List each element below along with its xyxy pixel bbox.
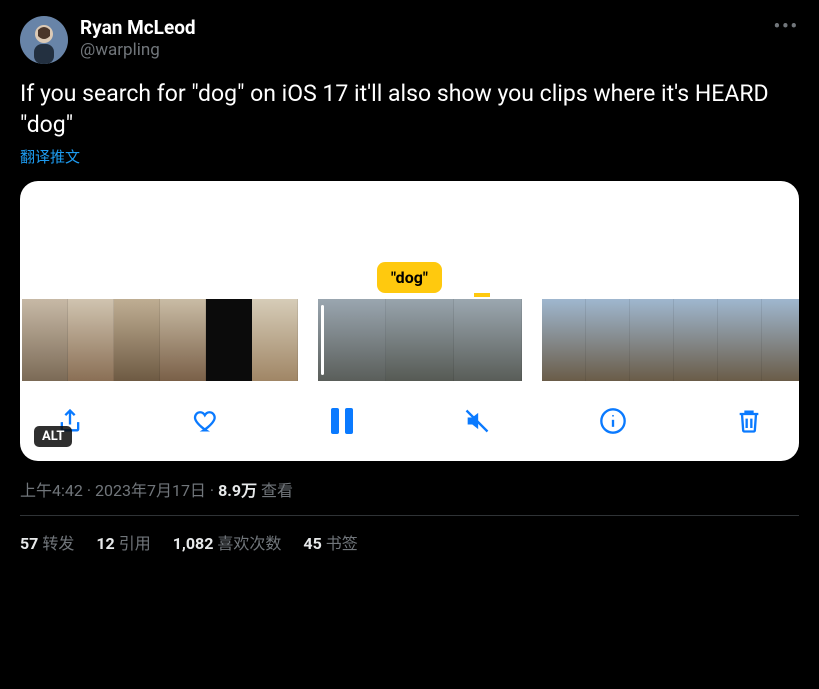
frame [22,299,68,381]
clip-group-3[interactable] [542,299,799,381]
playhead-marker [474,293,490,297]
tweet-stats: 57转发 12引用 1,082喜欢次数 45书签 [20,516,799,554]
bookmarks-stat[interactable]: 45书签 [303,530,357,554]
frame [206,299,252,381]
trash-icon[interactable] [729,401,769,441]
quotes-stat[interactable]: 12引用 [96,530,150,554]
heart-icon[interactable] [186,401,226,441]
more-icon[interactable]: ••• [774,16,799,37]
frame [252,299,298,381]
alt-badge[interactable]: ALT [34,426,72,447]
tweet-date: 2023年7月17日 [95,481,206,500]
display-name: Ryan McLeod [80,16,762,39]
user-block[interactable]: Ryan McLeod @warpling [80,16,762,60]
mute-icon[interactable] [457,401,497,441]
frame [762,299,799,381]
media-header: "dog" [20,181,799,293]
views-count: 8.9万 [218,481,257,500]
media-toolbar [20,383,799,451]
frame [318,299,386,381]
clip-strip[interactable] [20,293,799,383]
clip-group-1[interactable] [22,299,298,381]
frame [386,299,454,381]
frame [542,299,586,381]
tweet-text: If you search for "dog" on iOS 17 it'll … [20,78,799,140]
likes-stat[interactable]: 1,082喜欢次数 [173,530,282,554]
translate-link[interactable]: 翻译推文 [20,146,80,167]
tweet-header: Ryan McLeod @warpling ••• [20,16,799,64]
tweet-time: 上午4:42 [20,481,83,500]
avatar[interactable] [20,16,68,64]
frame [114,299,160,381]
frame [68,299,114,381]
frame [454,299,522,381]
frame [160,299,206,381]
frame [674,299,718,381]
media-card[interactable]: "dog" [20,181,799,461]
views-label: 查看 [261,481,293,500]
info-icon[interactable] [593,401,633,441]
tweet-container: Ryan McLeod @warpling ••• If you search … [0,0,819,554]
frame [630,299,674,381]
frame [586,299,630,381]
frame [718,299,762,381]
retweets-stat[interactable]: 57转发 [20,530,74,554]
pause-icon[interactable] [322,401,362,441]
tweet-meta[interactable]: 上午4:42 · 2023年7月17日 · 8.9万 查看 [20,477,799,501]
clip-group-2[interactable] [318,299,522,381]
playhead-cursor [321,305,324,375]
search-tag: "dog" [377,262,442,293]
user-handle: @warpling [80,40,762,60]
